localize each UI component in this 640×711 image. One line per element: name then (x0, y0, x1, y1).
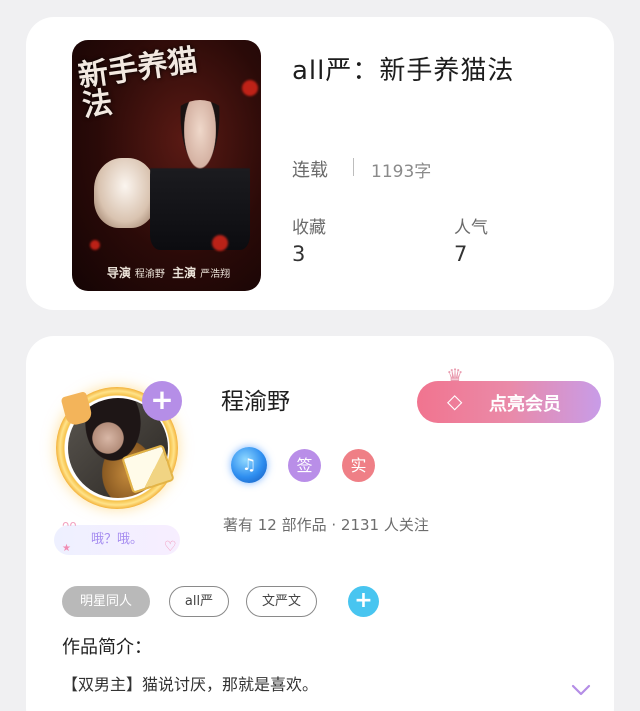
mood-status-text: 哦？哦。 (90, 532, 143, 547)
tag-chip[interactable]: all严 (169, 586, 229, 617)
author-name[interactable]: 程渝野 (221, 382, 290, 416)
intro-heading: 作品简介： (62, 637, 152, 658)
book-title: all严：新手养猫法 (292, 56, 515, 86)
intro-text: 【双男主】猫说讨厌，那就是喜欢。 (62, 675, 319, 694)
signed-author-badge[interactable]: 签 (288, 449, 321, 482)
favorites-count: 3 (292, 242, 306, 266)
tag-chip[interactable]: 文严文 (246, 586, 317, 617)
book-cover-image[interactable]: 新手养猫法 导演 程渝野 主演 严浩翔 (72, 40, 261, 291)
popularity-count: 7 (454, 242, 468, 266)
cover-person-figure (150, 100, 250, 250)
diamond-icon: ◇ (447, 389, 463, 413)
book-status: 连载 (292, 160, 328, 181)
star-icon: ★ (62, 543, 71, 554)
cover-cat-figure (94, 158, 156, 228)
tag-chip[interactable]: 明星同人 (62, 586, 150, 617)
cover-red-light (242, 80, 258, 96)
author-stats: 著有 12 部作品 · 2131 人关注 (223, 516, 429, 534)
book-info-card: 新手养猫法 导演 程渝野 主演 严浩翔 all严：新手养猫法 连载 1193字 收藏… (26, 17, 614, 310)
chevron-down-icon[interactable] (571, 684, 591, 696)
favorites-label: 收藏 (292, 218, 326, 238)
activate-vip-button[interactable]: ◇ 点亮会员 (417, 381, 601, 423)
add-tag-button[interactable]: + (348, 586, 379, 617)
plus-icon: + (150, 383, 174, 416)
cover-red-light (212, 235, 228, 251)
popularity-label: 人气 (454, 218, 488, 238)
book-word-count: 1193字 (371, 162, 432, 182)
plus-icon: + (354, 588, 373, 613)
cover-red-light (90, 240, 100, 250)
follow-author-button[interactable]: + (142, 381, 182, 421)
real-name-badge[interactable]: 实 (342, 449, 375, 482)
vip-button-label: 点亮会员 (489, 394, 561, 415)
author-info-card: + 哦？哦。 ᴖᴖ ★ ♡ 程渝野 ♛ ◇ 点亮会员 ♫ 签 实 著有 12 部… (26, 336, 614, 711)
heart-icon: ♡ (164, 539, 177, 555)
cat-ears-icon: ᴖᴖ (62, 518, 77, 532)
music-note-icon[interactable]: ♫ (231, 447, 267, 483)
status-divider (353, 158, 354, 176)
cover-credits: 导演 程渝野 主演 严浩翔 (106, 266, 231, 280)
